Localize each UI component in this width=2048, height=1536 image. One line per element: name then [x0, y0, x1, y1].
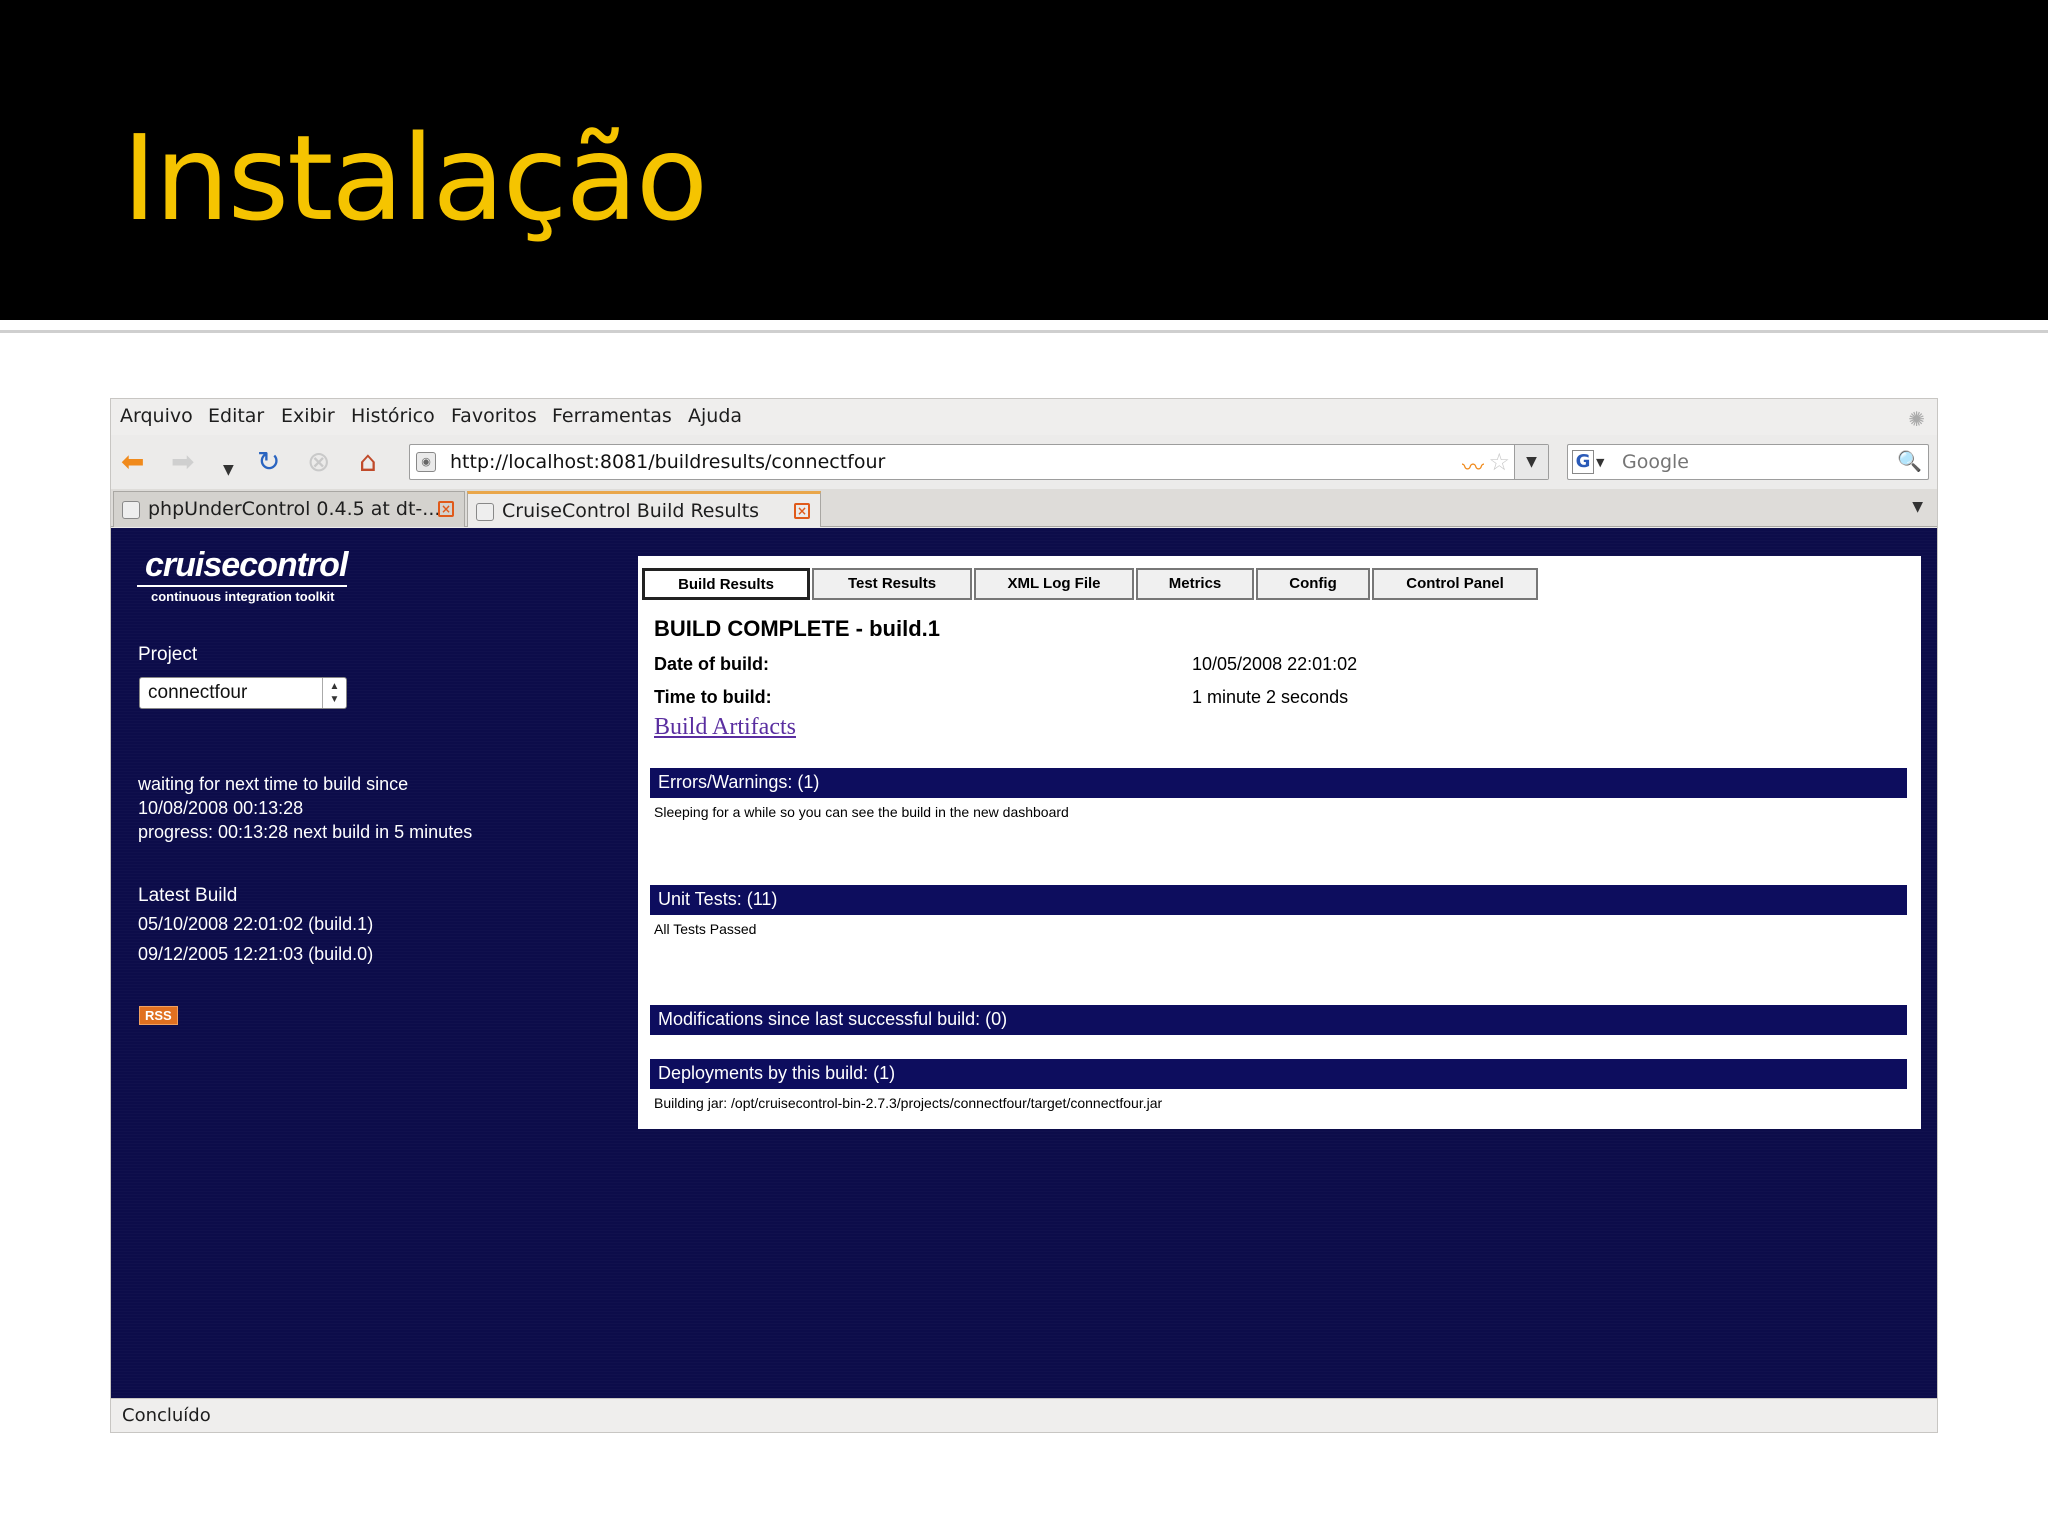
- tab-test-results[interactable]: Test Results: [812, 568, 972, 600]
- project-select[interactable]: connectfour ▲ ▼: [139, 677, 347, 709]
- google-icon: G: [1572, 450, 1594, 474]
- throbber-icon: ✺: [1908, 407, 1925, 431]
- address-bar[interactable]: ◉ http://localhost:8081/buildresults/con…: [409, 444, 1549, 482]
- build-title: BUILD COMPLETE - build.1: [654, 616, 940, 641]
- tab-phpundercontrol[interactable]: phpUnderControl 0.4.5 at dt-... ×: [113, 491, 465, 527]
- deployments-text: Building jar: /opt/cruisecontrol-bin-2.7…: [654, 1095, 1163, 1111]
- close-tab-icon[interactable]: ×: [794, 503, 810, 519]
- menu-editar[interactable]: Editar: [208, 405, 264, 427]
- project-label: Project: [138, 644, 198, 665]
- build-artifacts-link[interactable]: Build Artifacts: [654, 714, 796, 741]
- status-line: waiting for next time to build since: [138, 774, 409, 794]
- forward-arrow-icon[interactable]: ➡: [171, 447, 194, 477]
- tab-build-results[interactable]: Build Results: [642, 568, 810, 600]
- date-of-build-label: Date of build:: [654, 654, 769, 674]
- tab-label: phpUnderControl 0.4.5 at dt-...: [148, 498, 441, 520]
- tab-list-icon[interactable]: ▼: [1912, 499, 1923, 515]
- tab-favicon-icon: [122, 501, 140, 519]
- latest-build-link[interactable]: 09/12/2005 12:21:03 (build.0): [138, 944, 373, 965]
- stop-icon[interactable]: ⊗: [307, 447, 330, 477]
- rss-feed-icon[interactable]: 〰: [1462, 450, 1484, 482]
- tab-metrics[interactable]: Metrics: [1136, 568, 1254, 600]
- date-of-build-value: 10/05/2008 22:01:02: [1192, 654, 1358, 674]
- latest-build-label: Latest Build: [138, 885, 238, 906]
- tab-config[interactable]: Config: [1256, 568, 1370, 600]
- search-bar[interactable]: G▼ 🔍: [1567, 444, 1929, 480]
- rss-badge[interactable]: RSS: [139, 1006, 178, 1025]
- close-tab-icon[interactable]: ×: [438, 501, 454, 517]
- latest-build-link[interactable]: 05/10/2008 22:01:02 (build.1): [138, 914, 373, 935]
- url-text[interactable]: http://localhost:8081/buildresults/conne…: [450, 451, 885, 473]
- status-line: 10/08/2008 00:13:28: [138, 798, 304, 818]
- tab-cruisecontrol[interactable]: CruiseControl Build Results ×: [467, 491, 821, 527]
- errors-warnings-text: Sleeping for a while so you can see the …: [654, 804, 1069, 820]
- build-results-panel: Build Results Test Results XML Log File …: [638, 556, 1921, 1129]
- tab-bar: phpUnderControl 0.4.5 at dt-... × Cruise…: [111, 489, 1937, 527]
- unit-tests-text: All Tests Passed: [654, 921, 757, 937]
- menu-favoritos[interactable]: Favoritos: [451, 405, 537, 427]
- menu-historico[interactable]: Histórico: [351, 405, 435, 427]
- menu-ajuda[interactable]: Ajuda: [688, 405, 742, 427]
- slide-header: Instalação: [0, 0, 2048, 320]
- home-icon[interactable]: ⌂: [359, 447, 377, 477]
- build-status: waiting for next time to build since 10/…: [138, 772, 472, 844]
- site-icon: ◉: [416, 452, 436, 472]
- back-arrow-icon[interactable]: ⬅: [121, 447, 144, 477]
- slide-divider: [0, 330, 2048, 333]
- project-select-value: connectfour: [148, 682, 248, 703]
- browser-window: Arquivo Editar Exibir Histórico Favorito…: [110, 398, 1938, 1433]
- chevron-down-icon: ▼: [1596, 455, 1605, 469]
- page-content: cruisecontrol continuous integration too…: [111, 528, 1937, 1398]
- history-dropdown-icon[interactable]: ▼: [223, 455, 234, 485]
- logo-wordmark: cruisecontrol: [137, 546, 348, 587]
- unit-tests-header: Unit Tests: (11): [650, 885, 1907, 915]
- tab-favicon-icon: [476, 503, 494, 521]
- time-to-build-label: Time to build:: [654, 687, 772, 707]
- tab-control-panel[interactable]: Control Panel: [1372, 568, 1538, 600]
- menu-exibir[interactable]: Exibir: [281, 405, 335, 427]
- menu-arquivo[interactable]: Arquivo: [120, 405, 193, 427]
- menu-bar: Arquivo Editar Exibir Histórico Favorito…: [111, 399, 1937, 435]
- menu-ferramentas[interactable]: Ferramentas: [552, 405, 672, 427]
- status-bar: Concluído: [111, 1398, 1937, 1432]
- search-engine-selector[interactable]: G ▼: [1572, 450, 1612, 476]
- bookmark-star-icon[interactable]: ☆: [1488, 448, 1510, 476]
- reload-icon[interactable]: ↻: [257, 447, 280, 477]
- errors-warnings-header: Errors/Warnings: (1): [650, 768, 1907, 798]
- url-dropdown-icon[interactable]: ▼: [1514, 445, 1548, 479]
- tab-label: CruiseControl Build Results: [502, 500, 760, 522]
- deployments-header: Deployments by this build: (1): [650, 1059, 1907, 1089]
- search-input[interactable]: [1622, 449, 1882, 475]
- search-icon[interactable]: 🔍: [1897, 449, 1922, 473]
- status-line: progress: 00:13:28 next build in 5 minut…: [138, 822, 473, 842]
- slide-title: Instalação: [122, 109, 708, 247]
- cruisecontrol-logo[interactable]: cruisecontrol continuous integration too…: [137, 546, 348, 604]
- navigation-toolbar: ⬅ ➡ ▼ ↻ ⊗ ⌂ ◉ http://localhost:8081/buil…: [111, 435, 1937, 489]
- logo-tagline: continuous integration toolkit: [151, 589, 335, 604]
- modifications-header: Modifications since last successful buil…: [650, 1005, 1907, 1035]
- select-arrows-icon: ▲ ▼: [322, 678, 346, 708]
- time-to-build-value: 1 minute 2 seconds: [1192, 687, 1349, 707]
- tab-xml-log-file[interactable]: XML Log File: [974, 568, 1134, 600]
